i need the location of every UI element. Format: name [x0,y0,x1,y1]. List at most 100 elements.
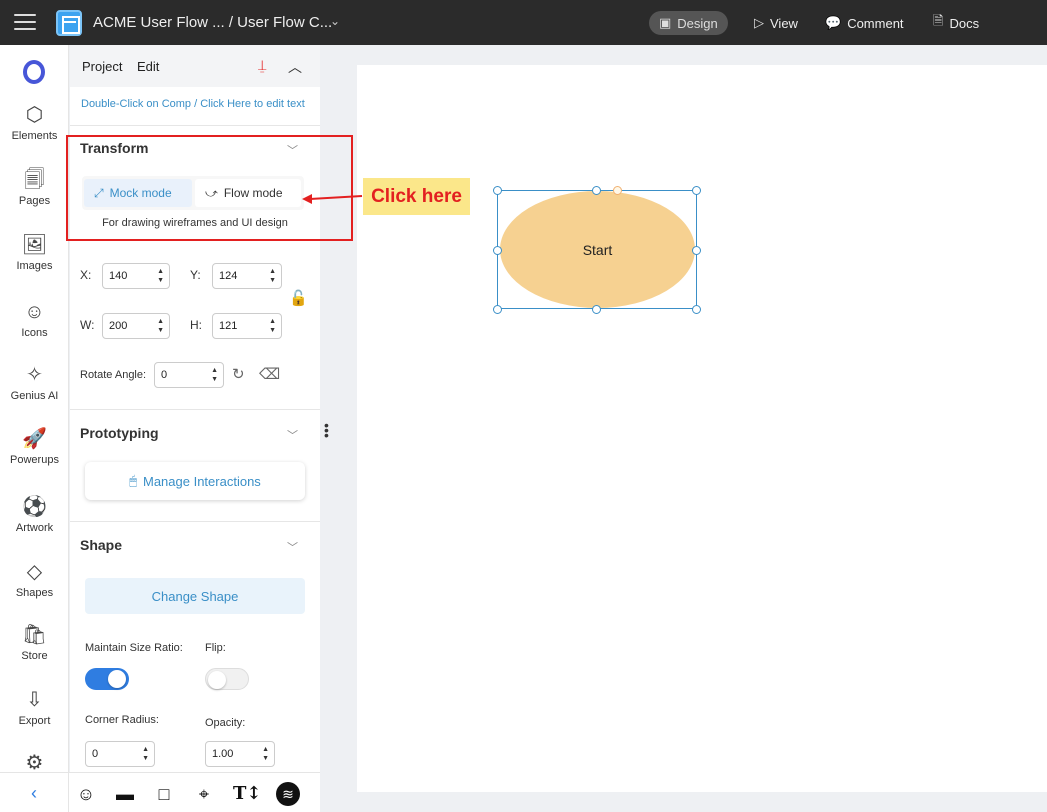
x-value: 140 [109,270,128,282]
resize-handle-bottom-right[interactable] [692,305,701,314]
chevron-down-icon[interactable]: ⌄ [330,14,340,28]
flow-path-icon: ⤻ [205,185,218,200]
chevron-down-icon[interactable]: ﹀ [287,142,298,158]
mouse-icon: 🖱 [129,473,137,488]
sidebar-item-pages[interactable]: 🗐 Pages [0,168,69,207]
tab-project[interactable]: Project [82,59,122,74]
design-canvas[interactable] [357,65,1047,792]
resize-handle-right[interactable] [692,246,701,255]
h-label: H: [190,318,202,332]
resize-handle-top-right[interactable] [692,186,701,195]
rotate-angle-input[interactable]: 0 ▲ ▼ [154,362,224,388]
resize-handle-bottom-left[interactable] [493,305,502,314]
rotate-icon[interactable]: ↻ [232,365,245,383]
x-input[interactable]: 140 ▲ ▼ [102,263,170,289]
tab-design-label: Design [677,15,718,31]
mode-description: For drawing wireframes and UI design [102,217,288,229]
sidebar-item-label: Genius AI [10,390,59,402]
opacity-label: Opacity: [205,717,246,729]
section-title-transform: Transform [80,140,149,156]
change-shape-button[interactable]: Change Shape [85,578,305,614]
chevron-down-icon[interactable]: ﹀ [287,427,298,443]
y-input[interactable]: 124 ▲ ▼ [212,263,282,289]
sidebar-item-powerups[interactable]: 🚀 Powerups [0,427,69,466]
w-input[interactable]: 200 ▲ ▼ [102,313,170,339]
comment-icon: 💬 [825,15,842,30]
rectangle-tool-icon[interactable]: □ [152,782,176,806]
h-input[interactable]: 121 ▲ ▼ [212,313,282,339]
resize-handle-top[interactable] [592,186,601,195]
sidebar-item-images[interactable]: 🖼 Images [0,233,69,272]
rotate-handle[interactable] [613,186,622,195]
diamond-icon: ◇ [26,561,43,583]
expand-arrows-icon: ⤢ [94,185,104,200]
toggle-knob [208,671,226,689]
tab-edit[interactable]: Edit [137,59,159,74]
stepper-arrows-icon[interactable]: ▲ ▼ [269,267,276,285]
h-value: 121 [219,320,238,332]
stepper-arrows-icon[interactable]: ▲ ▼ [142,745,149,763]
flow-mode-label: Flow mode [223,186,283,200]
tab-design[interactable]: ▣ Design [649,11,728,35]
sidebar-item-icons[interactable]: ☺ Icons [0,300,69,339]
edit-text-hint[interactable]: Double-Click on Comp / Click Here to edi… [81,98,305,110]
chevron-down-icon[interactable]: ﹀ [287,539,298,555]
menu-icon[interactable] [14,14,36,30]
sidebar-item-label: Images [16,260,53,272]
document-title[interactable]: ACME User Flow ... / User Flow C... [93,14,332,31]
tab-view[interactable]: ▷ View [744,11,808,35]
pin-icon[interactable]: ⍊ [258,57,266,74]
line-tool-icon[interactable]: ▬ [113,782,137,806]
sidebar-item-label: Store [21,650,48,662]
text-tool-icon[interactable]: T↕ [233,782,261,806]
top-bar: ACME User Flow ... / User Flow C... ⌄ ▣ … [0,0,1047,45]
emoji-tool-icon[interactable]: ☺ [74,782,98,806]
lock-icon[interactable]: 🔓 [289,289,308,307]
sidebar-item-artwork[interactable]: ⚽ Artwork [0,495,69,534]
smiley-icon: ☺ [24,301,45,323]
resize-handle-top-left[interactable] [493,186,502,195]
draw-tool-icon[interactable]: ≋ [276,782,300,806]
flip-toggle[interactable] [205,668,249,690]
tab-docs[interactable]: 🗎 Docs [923,11,989,35]
corner-radius-value: 0 [92,748,99,760]
resize-handle-bottom[interactable] [592,305,601,314]
sidebar-item-label: Export [18,715,51,727]
brand-logo-icon [23,60,45,84]
sidebar-item-genius-ai[interactable]: ✧ Genius AI [0,363,69,402]
flow-mode-button[interactable]: ⤻ Flow mode [195,179,301,207]
sidebar-item-label: Powerups [10,454,59,466]
sidebar-item-store[interactable]: 🛍 Store [0,623,69,662]
eraser-icon[interactable]: ⌫ [259,365,280,383]
bottom-toolbar: ‹ ☺ ▬ □ ⌖ T↕ ≋ [0,772,320,812]
manage-interactions-button[interactable]: 🖱 Manage Interactions [85,462,305,500]
panel-resize-handle[interactable]: • • • [324,418,329,442]
sidebar-item-label: Pages [18,195,51,207]
sidebar-item-elements[interactable]: ⬡ Elements [0,103,69,142]
corner-radius-input[interactable]: 0 ▲ ▼ [85,741,155,767]
tab-view-label: View [770,15,798,31]
tab-comment[interactable]: 💬 Comment [815,11,914,35]
stepper-arrows-icon[interactable]: ▲ ▼ [262,745,269,763]
sidebar-item-export[interactable]: ⇩ Export [0,688,69,727]
rocket-icon: 🚀 [22,428,47,450]
opacity-input[interactable]: 1.00 ▲ ▼ [205,741,275,767]
click-here-callout: Click here [363,178,470,215]
maintain-ratio-toggle[interactable] [85,668,129,690]
collapse-left-icon[interactable]: ‹ [0,773,69,812]
mock-mode-button[interactable]: ⤢ Mock mode [84,179,192,207]
app-logo-icon[interactable] [56,10,82,36]
sidebar-item-label: Icons [21,327,48,339]
ball-icon: ⚽ [22,496,47,518]
stepper-arrows-icon[interactable]: ▲ ▼ [269,317,276,335]
collapse-up-icon[interactable]: ︿ [288,57,302,77]
rotate-angle-value: 0 [161,369,168,381]
tab-docs-label: Docs [949,15,980,31]
y-value: 124 [219,270,238,282]
stepper-arrows-icon[interactable]: ▲ ▼ [157,267,164,285]
pen-tool-icon[interactable]: ⌖ [192,782,216,806]
sidebar-item-shapes[interactable]: ◇ Shapes [0,560,69,599]
stepper-arrows-icon[interactable]: ▲ ▼ [157,317,164,335]
resize-handle-left[interactable] [493,246,502,255]
stepper-arrows-icon[interactable]: ▲ ▼ [211,366,218,384]
